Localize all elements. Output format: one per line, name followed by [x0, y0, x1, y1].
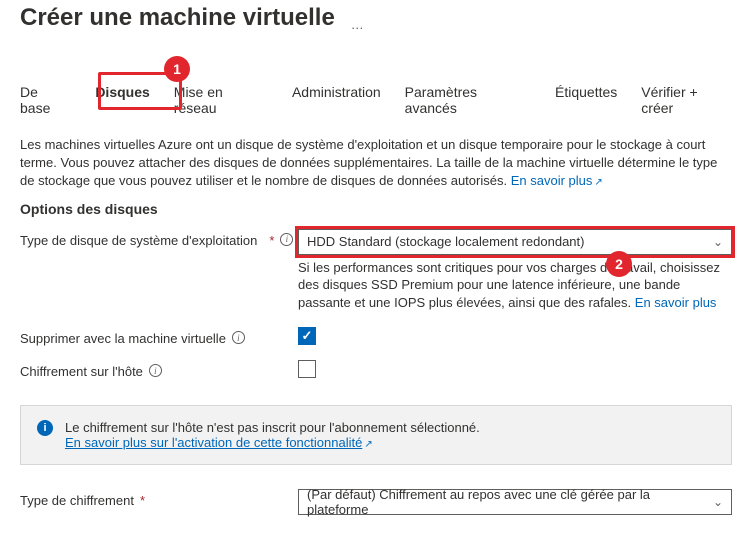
required-marker: * — [269, 233, 274, 248]
required-marker: * — [140, 493, 145, 508]
encrypt-host-checkbox[interactable] — [298, 360, 316, 378]
encrypt-type-value: (Par défaut) Chiffrement au repos avec u… — [307, 487, 713, 517]
tab-admin[interactable]: Administration — [292, 78, 381, 122]
tab-advanced[interactable]: Paramètres avancés — [405, 78, 531, 122]
os-disk-learn-more-link[interactable]: En savoir plus — [635, 295, 717, 310]
tab-network[interactable]: Mise en réseau — [174, 78, 268, 122]
external-link-icon: ↗ — [364, 439, 372, 450]
more-menu-icon[interactable]: … — [351, 17, 364, 32]
os-disk-type-helper: Si les performances sont critiques pour … — [298, 259, 732, 312]
annotation-badge-2: 2 — [606, 251, 632, 277]
tab-tags[interactable]: Étiquettes — [555, 78, 617, 122]
annotation-badge-1: 1 — [164, 56, 190, 82]
section-disk-options-title: Options des disques — [20, 201, 732, 217]
tab-review[interactable]: Vérifier + créer — [641, 78, 732, 122]
info-icon[interactable]: i — [149, 364, 162, 377]
os-disk-type-label: Type de disque de système d'exploitation — [20, 233, 257, 248]
intro-text: Les machines virtuelles Azure ont un dis… — [20, 136, 732, 191]
tab-bar: De base Disques Mise en réseau Administr… — [20, 78, 732, 122]
callout-learn-more-link[interactable]: En savoir plus sur l'activation de cette… — [65, 435, 362, 450]
chevron-down-icon: ⌄ — [713, 495, 723, 509]
callout-text: Le chiffrement sur l'hôte n'est pas insc… — [65, 420, 480, 435]
tab-base[interactable]: De base — [20, 78, 71, 122]
encrypt-host-label: Chiffrement sur l'hôte — [20, 364, 143, 379]
os-disk-type-value: HDD Standard (stockage localement redond… — [307, 234, 584, 249]
page-title: Créer une machine virtuelle — [20, 4, 335, 32]
field-encrypt-host: Chiffrement sur l'hôte i — [20, 360, 732, 381]
delete-with-vm-checkbox[interactable]: ✓ — [298, 327, 316, 345]
encryption-info-callout: i Le chiffrement sur l'hôte n'est pas in… — [20, 405, 732, 465]
encrypt-type-select[interactable]: (Par défaut) Chiffrement au repos avec u… — [298, 489, 732, 515]
intro-body: Les machines virtuelles Azure ont un dis… — [20, 137, 717, 188]
field-os-disk-type: Type de disque de système d'exploitation… — [20, 229, 732, 312]
info-icon[interactable]: i — [232, 331, 245, 344]
info-icon[interactable]: i — [280, 233, 293, 246]
intro-learn-more-link[interactable]: En savoir plus — [511, 173, 593, 188]
field-encrypt-type: Type de chiffrement * (Par défaut) Chiff… — [20, 489, 732, 515]
encrypt-type-label: Type de chiffrement — [20, 493, 134, 508]
info-circle-icon: i — [37, 420, 53, 436]
external-link-icon: ↗ — [594, 177, 602, 188]
field-delete-with-vm: Supprimer avec la machine virtuelle i ✓ — [20, 327, 732, 346]
os-disk-type-select[interactable]: HDD Standard (stockage localement redond… — [298, 229, 732, 255]
delete-with-vm-label: Supprimer avec la machine virtuelle — [20, 331, 226, 346]
chevron-down-icon: ⌄ — [713, 235, 723, 249]
